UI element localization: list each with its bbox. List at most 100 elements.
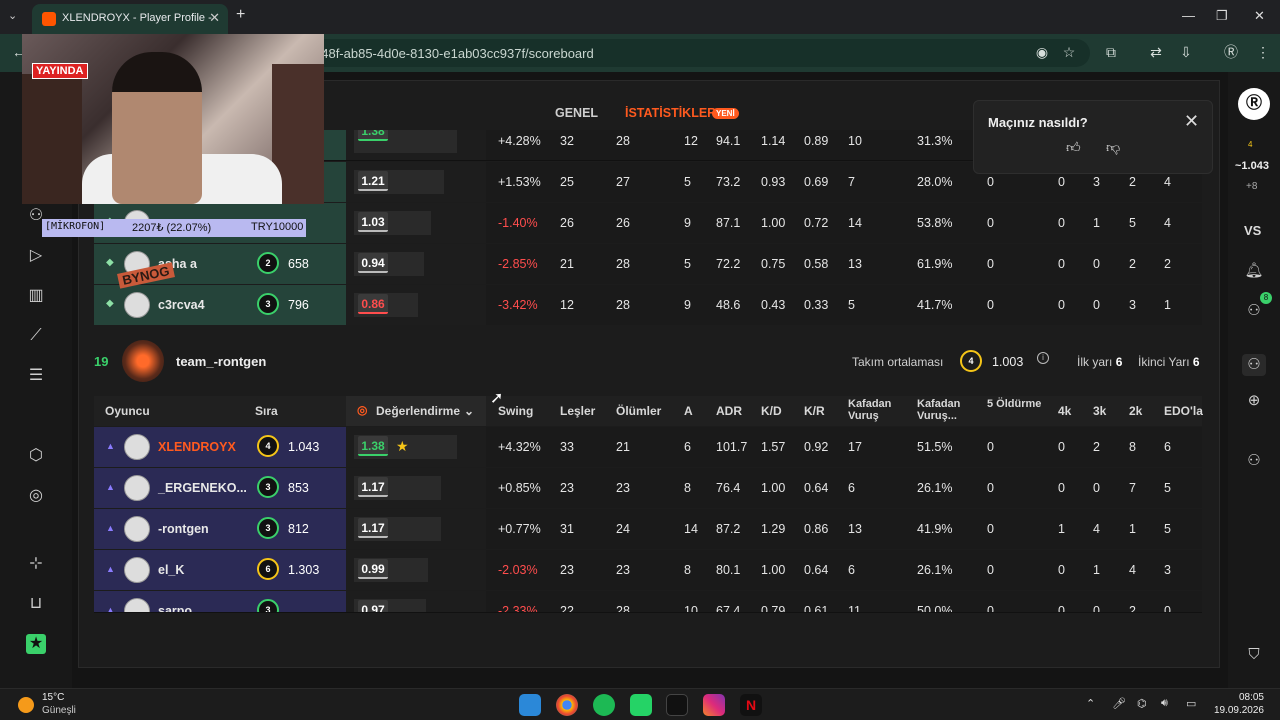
weather-sun-icon[interactable] bbox=[18, 697, 34, 713]
table-row[interactable]: ◆ asha a 2 658 0.94 -2.85% 21 28 5 72.2 0.75 0.58 13… bbox=[94, 244, 1202, 284]
stat-hsp: 26.1% bbox=[917, 481, 953, 495]
team-name[interactable]: team_-rontgen bbox=[176, 354, 266, 369]
play-icon[interactable]: ▷ bbox=[26, 246, 46, 266]
group-icon[interactable]: ⚇ bbox=[1242, 450, 1266, 472]
stat-kd: 1.00 bbox=[761, 216, 786, 230]
chrome-icon[interactable] bbox=[556, 694, 578, 716]
battery-icon[interactable]: ▭ bbox=[1186, 697, 1196, 710]
header-2k[interactable]: 2k bbox=[1129, 404, 1142, 418]
header-kr[interactable]: K/R bbox=[804, 404, 825, 418]
player-name[interactable]: _ERGENEKO... bbox=[158, 481, 247, 495]
shop-basket-icon[interactable]: ⊔ bbox=[26, 594, 46, 614]
table-row[interactable]: ▲ _ERGENEKO... 3 853 1.17 +0.85% 23 23 8 76.4 1.00… bbox=[94, 468, 1202, 508]
stat-deaths: 26 bbox=[616, 216, 630, 230]
close-tab-icon[interactable]: ✕ bbox=[209, 10, 220, 26]
header-rank[interactable]: Sıra bbox=[255, 404, 278, 418]
thumbs-down-icon[interactable]: 👎︎ bbox=[1106, 139, 1120, 156]
profile-avatar[interactable]: Ⓡ bbox=[1238, 88, 1270, 120]
header-adr[interactable]: ADR bbox=[716, 404, 742, 418]
player-name[interactable]: el_K bbox=[158, 563, 184, 577]
start-windows-icon[interactable] bbox=[519, 694, 541, 716]
maximize-icon[interactable]: ❐ bbox=[1216, 8, 1228, 24]
table-row[interactable]: ◆ c3rcva4 3 796 0.86 -3.42% 12 28 9 48.6 0.43 0.33 5… bbox=[94, 285, 1202, 325]
netflix-icon[interactable]: N bbox=[740, 694, 762, 716]
header-kd[interactable]: K/D bbox=[761, 404, 782, 418]
header-rating[interactable]: Değerlendirme bbox=[376, 404, 460, 418]
tab-menu-chevron-icon[interactable]: ⌄ bbox=[8, 9, 17, 22]
extensions-icon[interactable]: ⧉ bbox=[1102, 43, 1120, 61]
scan-plus-icon[interactable]: ⊹ bbox=[26, 554, 46, 574]
player-name[interactable]: sarpo bbox=[158, 604, 192, 612]
party-diamond-icon: ◆ bbox=[106, 298, 114, 309]
browser-tab[interactable]: XLENDROYX - Player Profile - F/ ✕ bbox=[32, 4, 228, 34]
table-row[interactable]: ▲ -rontgen 3 812 1.17 +0.77% 31 24 14 87.2 1.29 0.8… bbox=[94, 509, 1202, 549]
donation-amount: 2207₺ (22.07%) bbox=[132, 222, 212, 234]
instagram-icon[interactable] bbox=[703, 694, 725, 716]
player-name[interactable]: XLENDROYX bbox=[158, 440, 236, 454]
player-avatar[interactable] bbox=[124, 475, 150, 501]
profile-avatar-icon[interactable]: Ⓡ bbox=[1222, 43, 1240, 61]
whatsapp-icon[interactable] bbox=[630, 694, 652, 716]
stat-k4: 0 bbox=[1058, 298, 1065, 312]
add-circle-icon[interactable]: ⊕ bbox=[1242, 390, 1266, 412]
spotify-icon[interactable] bbox=[593, 694, 615, 716]
header-3k[interactable]: 3k bbox=[1093, 404, 1106, 418]
clock-time[interactable]: 08:05 bbox=[1218, 692, 1264, 703]
header-5k[interactable]: 5 Öldürme bbox=[987, 398, 1043, 410]
vs-button[interactable]: VS bbox=[1244, 223, 1261, 238]
clock-date[interactable]: 19.09.2026 bbox=[1206, 705, 1264, 716]
close-window-icon[interactable]: ✕ bbox=[1254, 8, 1265, 24]
header-kills[interactable]: Leşler bbox=[560, 404, 595, 418]
header-edo[interactable]: EDO'la bbox=[1164, 404, 1203, 418]
download-icon[interactable]: ⇩ bbox=[1177, 43, 1195, 61]
table-row[interactable]: ▲ XLENDROYX 4 1.043 1.38 ★ +4.32% 33 21 6 101.7 1.5… bbox=[94, 427, 1202, 467]
tiktok-icon[interactable] bbox=[666, 694, 688, 716]
club-badge-icon[interactable]: ◎ bbox=[26, 486, 46, 506]
rating-cell: 0.94 bbox=[346, 244, 486, 284]
info-icon[interactable]: i bbox=[1037, 352, 1049, 364]
browser-menu-icon[interactable]: ⋮ bbox=[1254, 43, 1272, 61]
header-deaths[interactable]: Ölümler bbox=[616, 404, 661, 418]
rating-value: 0.97 bbox=[358, 600, 388, 612]
team-logo[interactable] bbox=[122, 340, 164, 382]
faceit-logo-icon[interactable]: ⛉ bbox=[1242, 644, 1266, 666]
minimize-icon[interactable]: — bbox=[1182, 8, 1195, 23]
player-avatar[interactable] bbox=[124, 434, 150, 460]
player-name[interactable]: -rontgen bbox=[158, 522, 209, 536]
player-avatar[interactable] bbox=[124, 292, 150, 318]
header-assists[interactable]: A bbox=[684, 404, 693, 418]
premium-star-icon[interactable]: ★ bbox=[26, 634, 46, 654]
stat-kd: 0.43 bbox=[761, 298, 786, 312]
close-popup-icon[interactable]: ✕ bbox=[1184, 111, 1199, 132]
thumbs-up-icon[interactable]: 👍︎ bbox=[1066, 139, 1081, 156]
missions-icon[interactable]: ⬡ bbox=[26, 446, 46, 466]
stat-kr: 0.58 bbox=[804, 257, 829, 271]
skill-level-badge: 4 bbox=[257, 435, 279, 457]
player-avatar[interactable] bbox=[124, 516, 150, 542]
translate-icon[interactable]: ⇄ bbox=[1147, 43, 1165, 61]
volume-icon[interactable]: 🔊︎ bbox=[1161, 697, 1168, 710]
mic-tray-icon[interactable]: 🎤︎ bbox=[1112, 697, 1126, 710]
ranking-bars-icon[interactable]: ▥ bbox=[26, 286, 46, 306]
tracking-eye-icon[interactable]: ◉ bbox=[1033, 43, 1051, 61]
stats-chart-icon[interactable]: ⟋ bbox=[26, 326, 46, 346]
tab-statistics[interactable]: İSTATİSTİKLER bbox=[625, 106, 716, 120]
party-triangle-icon: ▲ bbox=[106, 523, 115, 533]
sort-chevron-icon[interactable]: ⌄ bbox=[464, 404, 474, 418]
header-4k[interactable]: 4k bbox=[1058, 404, 1071, 418]
new-tab-plus-icon[interactable]: + bbox=[236, 6, 245, 24]
header-headshot-pct[interactable]: Kafadan Vuruş... bbox=[917, 398, 973, 422]
bookmark-star-icon[interactable]: ☆ bbox=[1060, 43, 1078, 61]
table-row[interactable]: ▲ sarpo 3 0.97 -2.33% 22 28 10 67.4 0.79 0.61 11 50.… bbox=[94, 591, 1202, 613]
header-headshots[interactable]: Kafadan Vuruş bbox=[848, 398, 904, 422]
player-avatar[interactable] bbox=[124, 557, 150, 583]
player-name[interactable]: c3rcva4 bbox=[158, 298, 205, 312]
tab-general[interactable]: GENEL bbox=[555, 106, 598, 120]
notifications-bell-icon[interactable]: 🔔︎ bbox=[1242, 260, 1266, 282]
party-icon[interactable]: ⚇ bbox=[1242, 354, 1266, 376]
network-icon[interactable]: ⌬ bbox=[1137, 697, 1147, 710]
header-player[interactable]: Oyuncu bbox=[105, 404, 150, 418]
tray-chevron-icon[interactable]: ⌃ bbox=[1086, 697, 1095, 710]
table-row[interactable]: ▲ el_K 6 1.303 0.99 -2.03% 23 23 8 80.1 1.00 0.64 6 2… bbox=[94, 550, 1202, 590]
list-icon[interactable]: ☰ bbox=[26, 366, 46, 386]
